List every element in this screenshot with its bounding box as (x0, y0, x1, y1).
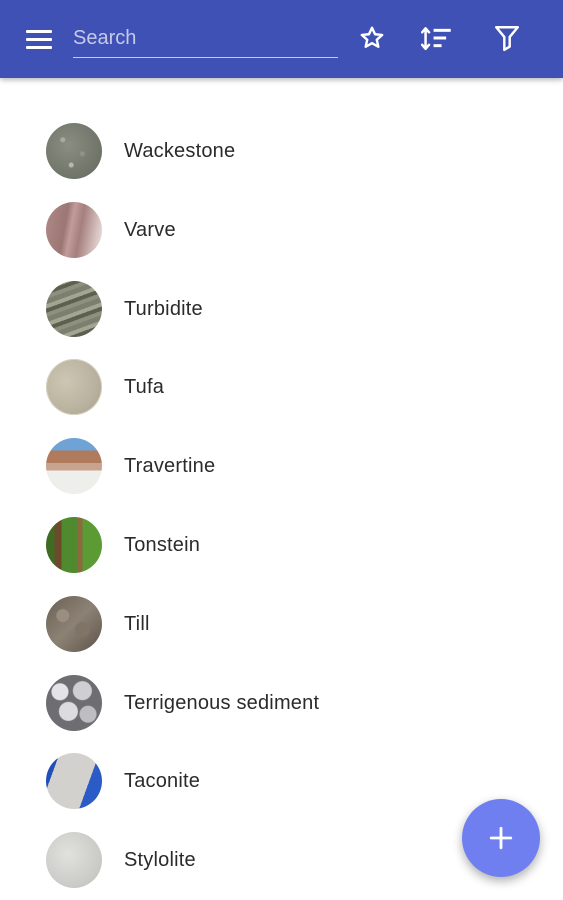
till-thumbnail (46, 595, 102, 652)
hamburger-menu-icon (26, 30, 52, 33)
rock-name: Tonstein (124, 533, 201, 556)
rock-name: Terrigenous sediment (124, 691, 320, 714)
sort-icon (421, 27, 451, 51)
search-input[interactable] (73, 18, 338, 57)
tufa-thumbnail (46, 359, 102, 416)
rock-name: Varve (124, 218, 176, 241)
app-bar (0, 0, 563, 78)
list-item[interactable]: Turbidite (0, 270, 563, 349)
menu-button[interactable] (24, 27, 54, 53)
rock-name: Till (124, 612, 150, 635)
sort-button[interactable] (421, 22, 453, 54)
rock-name: Wackestone (124, 140, 236, 162)
stylolite-thumbnail (46, 832, 102, 889)
list-item[interactable]: Tonstein (0, 506, 563, 585)
tonstein-thumbnail (46, 516, 102, 573)
rock-list: Wackestone Varve Turbidite Tufa Traverti… (0, 112, 563, 900)
list-item[interactable]: Tufa (0, 348, 563, 427)
list-item[interactable]: Varve (0, 191, 563, 270)
rock-name: Taconite (124, 770, 201, 793)
travertine-thumbnail (46, 438, 102, 495)
filter-button[interactable] (491, 22, 523, 54)
add-button[interactable] (462, 799, 540, 877)
star-outline-icon (360, 26, 384, 48)
list-item[interactable]: Terrigenous sediment (0, 664, 563, 743)
turbidite-thumbnail (46, 280, 102, 337)
rock-name: Tufa (124, 376, 165, 399)
favorites-button[interactable] (356, 22, 388, 54)
rock-name: Turbidite (124, 297, 203, 320)
search-field (73, 18, 338, 58)
wackestone-thumbnail (46, 123, 102, 179)
rock-name: Stylolite (124, 849, 196, 872)
taconite-thumbnail (46, 753, 102, 810)
list-item[interactable]: Wackestone (0, 112, 563, 191)
varve-thumbnail (46, 201, 102, 258)
plus-icon (489, 826, 513, 850)
rock-name: Travertine (124, 455, 216, 478)
filter-funnel-icon (494, 25, 520, 52)
terrigenous-sediment-thumbnail (46, 674, 102, 731)
list-item[interactable]: Travertine (0, 427, 563, 506)
list-item[interactable]: Till (0, 585, 563, 664)
